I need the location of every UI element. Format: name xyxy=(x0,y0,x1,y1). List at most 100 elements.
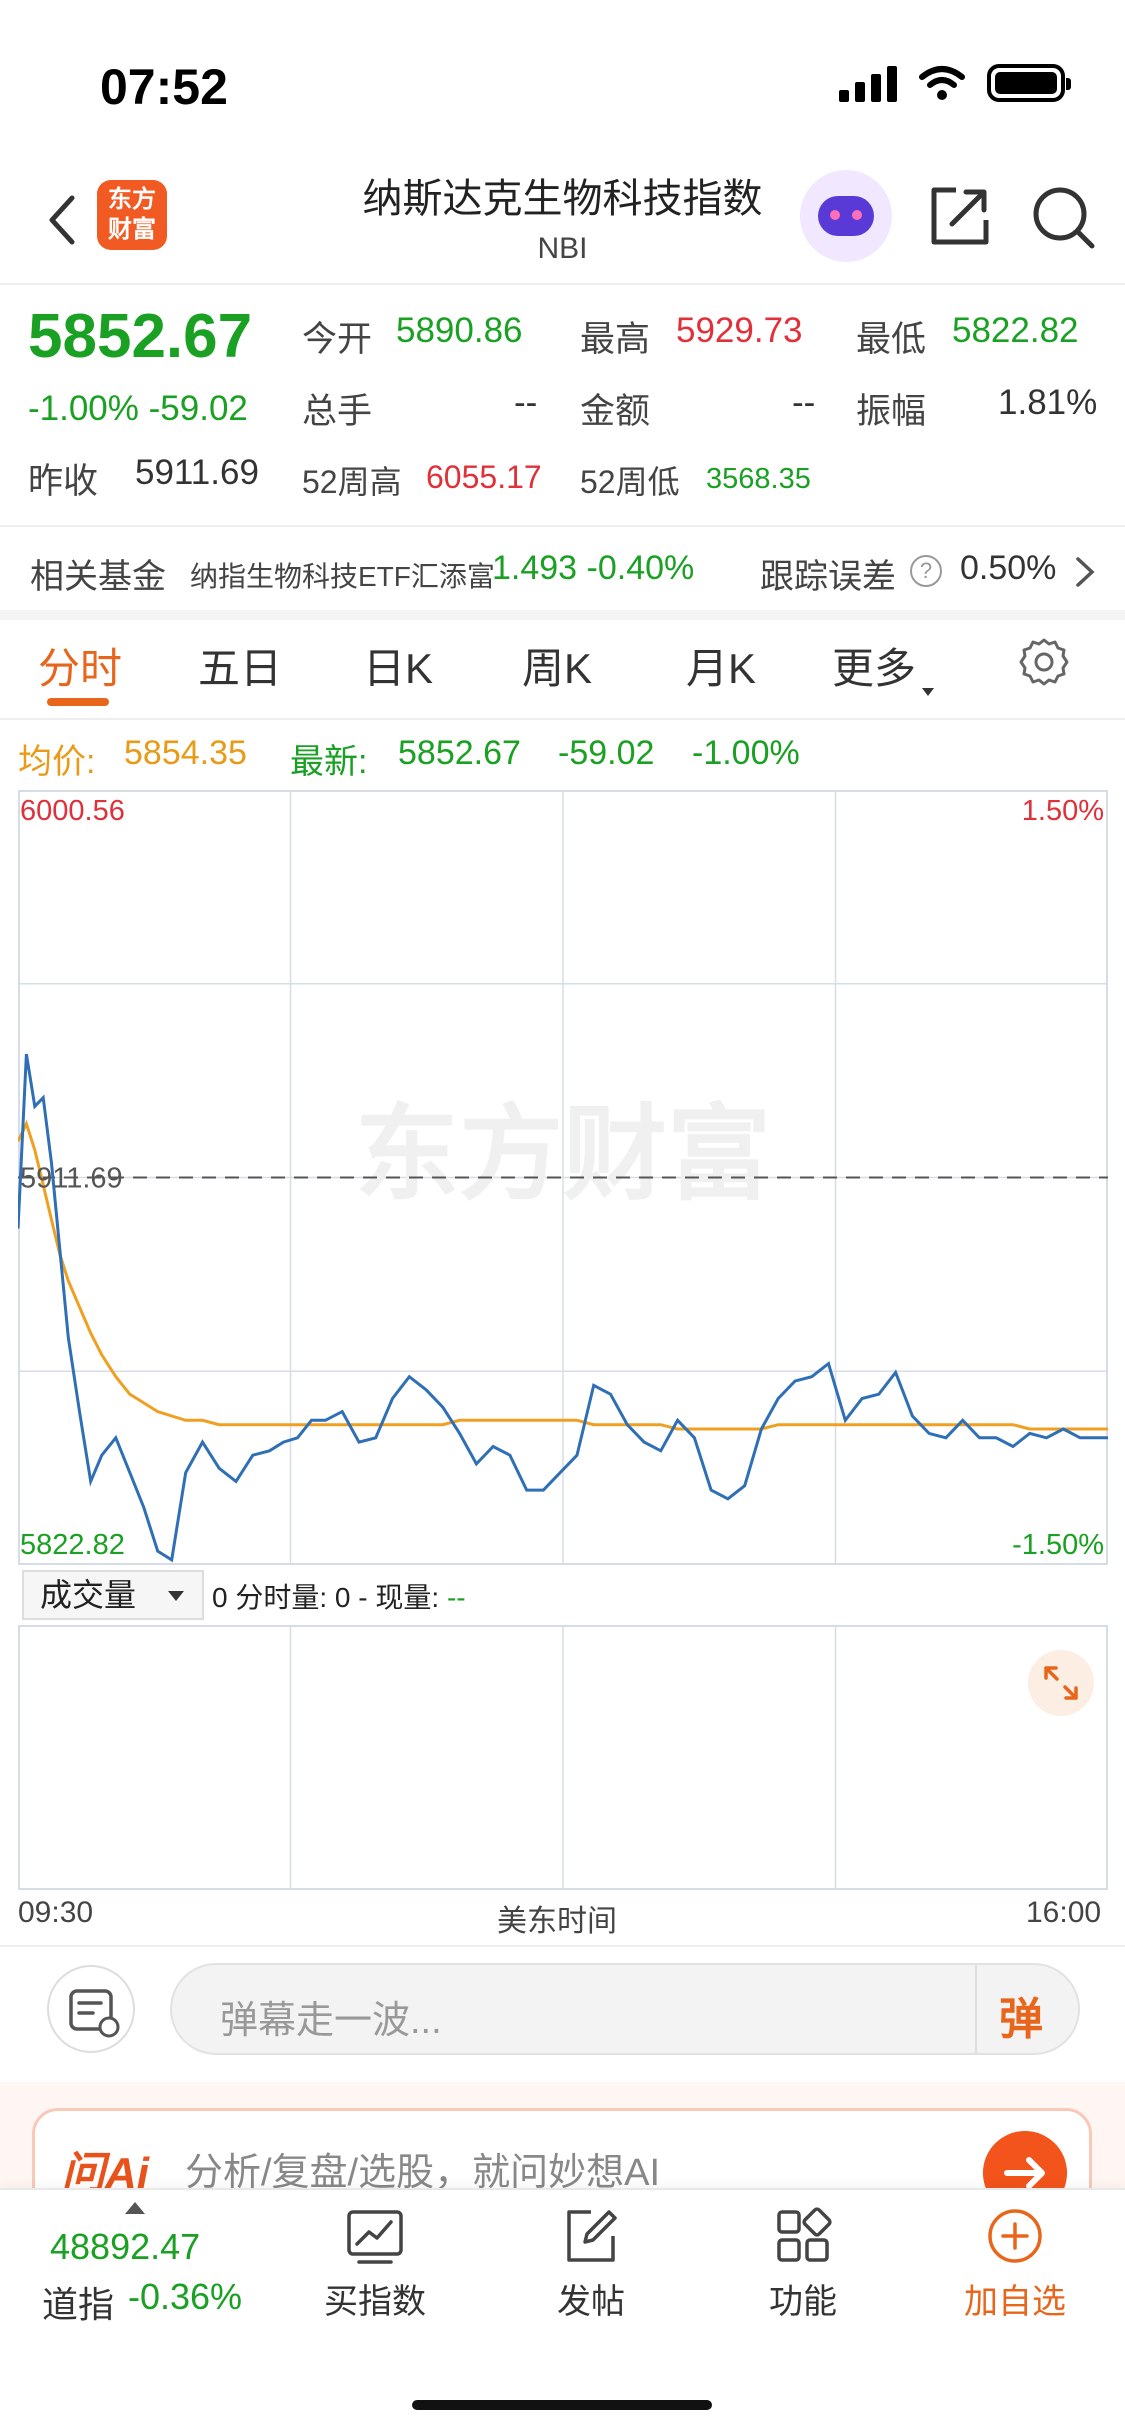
y-axis-reference-label: 5911.69 xyxy=(20,1163,123,1195)
prev-close-value: 5911.69 xyxy=(135,453,259,492)
x-axis-title: 美东时间 xyxy=(497,1905,617,1938)
index-ticker-change: -0.36% xyxy=(128,2276,243,2317)
danmu-list-icon xyxy=(69,1989,120,2038)
nav-buy-index[interactable]: 买指数 xyxy=(300,2206,450,2323)
volume-readout: 0 分时量: 0 - 现量: -- xyxy=(212,1576,466,1616)
tab-weekly-k[interactable]: 周K xyxy=(522,635,592,696)
current-volume-value: -- xyxy=(446,1582,466,1613)
ai-assistant-avatar[interactable] xyxy=(800,170,892,262)
danmu-toggle-button[interactable]: 弹 xyxy=(999,1983,1043,2047)
chart-watermark: 东方财富 xyxy=(355,1097,771,1213)
nav-post-label: 发帖 xyxy=(557,2283,625,2321)
tab-monthly-k[interactable]: 月K xyxy=(686,635,756,696)
grid-icon xyxy=(777,2207,832,2262)
active-tab-indicator xyxy=(47,698,109,706)
related-fund-price: 1.493 xyxy=(492,549,578,587)
open-value: 5890.86 xyxy=(396,311,523,350)
indicator-select[interactable]: 成交量 xyxy=(22,1570,204,1620)
high-label: 最高 xyxy=(580,320,651,359)
index-ticker-name: 道指 xyxy=(42,2284,115,2325)
related-fund-row[interactable]: 相关基金 纳指生物科技ETF汇添富 1.493 -0.40% 跟踪误差 ? 0.… xyxy=(0,525,1125,610)
tab-more[interactable]: 更多 xyxy=(832,635,935,696)
danmu-settings-button[interactable] xyxy=(47,1965,135,2053)
change-amount: -59.02 xyxy=(148,389,248,428)
latest-percent: -1.00% xyxy=(692,734,800,772)
search-icon[interactable] xyxy=(1030,184,1096,250)
header: 东方 财富 纳斯达克生物科技指数 NBI xyxy=(0,160,1125,285)
nav-functions[interactable]: 功能 xyxy=(728,2206,878,2323)
y-axis-bottom-label: 5822.82 xyxy=(20,1529,125,1561)
wk52-low-value: 3568.35 xyxy=(706,463,811,495)
nav-add-watchlist[interactable]: 加自选 xyxy=(940,2206,1090,2323)
intraday-chart[interactable]: 东方财富 6000.56 5822.82 5911.69 1.50% -1.50… xyxy=(18,790,1108,1565)
gear-icon[interactable] xyxy=(1018,636,1070,688)
latest-change: -59.02 xyxy=(558,734,655,772)
amount-value: -- xyxy=(792,383,816,422)
danmu-input[interactable]: 弹幕走一波... 弹 xyxy=(170,1963,1080,2055)
volume-readout-text: 0 分时量: 0 - 现量: xyxy=(212,1582,447,1613)
status-time: 07:52 xyxy=(100,59,228,115)
volume-header: 成交量 0 分时量: 0 - 现量: -- xyxy=(0,1570,1125,1622)
danmu-divider xyxy=(975,1965,977,2053)
volume-label: 总手 xyxy=(302,392,373,431)
pct-axis-bottom-label: -1.50% xyxy=(1012,1529,1104,1561)
latest-value: 5852.67 xyxy=(398,734,521,772)
x-axis-start-label: 09:30 xyxy=(18,1896,94,1929)
chart-trend-icon xyxy=(347,2210,403,2264)
tracking-error-value: 0.50% xyxy=(960,549,1057,587)
wk52-high-value: 6055.17 xyxy=(426,459,542,495)
bottom-toolbar: 48892.47 道指 -0.36% 买指数 发帖 功能 加自选 xyxy=(0,2188,1125,2436)
related-fund-label: 相关基金 xyxy=(30,558,166,596)
home-indicator xyxy=(412,2400,712,2410)
price-summary-row: 均价: 5854.35 最新: 5852.67 -59.02 -1.00% xyxy=(0,718,1125,786)
edit-icon xyxy=(567,2210,617,2262)
amplitude-label: 振幅 xyxy=(856,392,927,431)
tab-five-day[interactable]: 五日 xyxy=(198,635,282,696)
dropdown-caret-icon xyxy=(168,1591,184,1601)
wk52-low-label: 52周低 xyxy=(580,464,680,500)
related-fund-change: -0.40% xyxy=(586,549,695,587)
nav-buy-index-label: 买指数 xyxy=(324,2283,426,2321)
tab-daily-k[interactable]: 日K xyxy=(363,635,433,696)
ai-banner-area: 问Ai 分析/复盘/选股，就问妙想AI xyxy=(0,2082,1125,2228)
index-ticker-value: 48892.47 xyxy=(50,2226,201,2267)
amplitude-value: 1.81% xyxy=(998,383,1098,422)
plus-circle-icon xyxy=(988,2209,1042,2263)
low-label: 最低 xyxy=(856,320,927,359)
prev-close-label: 昨收 xyxy=(28,462,99,501)
volume-value: -- xyxy=(514,383,538,422)
current-price: 5852.67 xyxy=(28,302,253,371)
wifi-icon xyxy=(919,66,965,100)
nav-post[interactable]: 发帖 xyxy=(516,2206,666,2323)
volume-chart[interactable] xyxy=(18,1625,1108,1890)
status-bar: 07:52 xyxy=(0,0,1125,160)
caret-down-icon xyxy=(922,688,935,696)
avg-price-label: 均价: xyxy=(18,743,96,781)
tab-more-label: 更多 xyxy=(832,645,917,692)
danmu-placeholder: 弹幕走一波... xyxy=(220,2000,442,2042)
high-value: 5929.73 xyxy=(676,311,803,350)
wk52-high-label: 52周高 xyxy=(302,464,402,500)
help-icon[interactable]: ? xyxy=(910,555,942,587)
related-fund-name: 纳指生物科技ETF汇添富 xyxy=(190,561,495,592)
chevron-right-icon[interactable] xyxy=(1074,555,1096,589)
low-value: 5822.82 xyxy=(952,311,1079,350)
time-axis: 09:30 美东时间 16:00 xyxy=(0,1894,1125,1938)
nav-functions-label: 功能 xyxy=(769,2283,837,2321)
latest-label: 最新: xyxy=(290,743,368,781)
indicator-select-value: 成交量 xyxy=(40,1577,137,1613)
share-icon[interactable] xyxy=(928,184,992,248)
caret-up-icon xyxy=(125,2202,145,2214)
nav-add-watchlist-label: 加自选 xyxy=(964,2283,1066,2321)
related-fund-quote: 1.493 -0.40% xyxy=(492,549,694,588)
tab-intraday[interactable]: 分时 xyxy=(38,635,122,696)
expand-icon[interactable] xyxy=(1028,1650,1094,1716)
section-divider xyxy=(0,610,1125,620)
y-axis-top-label: 6000.56 xyxy=(20,795,125,827)
avg-price-value: 5854.35 xyxy=(124,734,247,772)
cellular-signal-icon xyxy=(839,64,897,102)
tracking-error-label: 跟踪误差 xyxy=(760,558,896,596)
open-label: 今开 xyxy=(302,320,373,359)
volume-grid xyxy=(18,1625,1108,1890)
change-percent: -1.00% xyxy=(28,389,139,428)
